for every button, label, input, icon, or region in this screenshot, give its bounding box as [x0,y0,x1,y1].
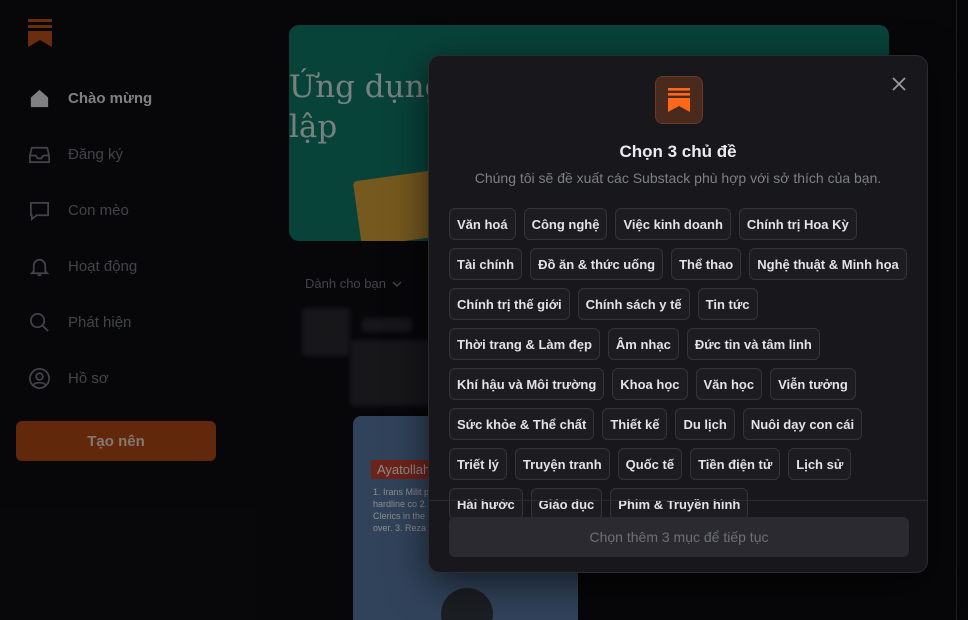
topic-chip[interactable]: Thể thao [671,248,742,280]
dialog-title: Chọn 3 chủ đề [619,142,737,161]
topic-chip[interactable]: Triết lý [449,448,507,480]
topic-chip[interactable]: Tiền điện tử [690,448,781,480]
topic-chip[interactable]: Thiết kế [602,408,668,440]
topic-chip[interactable]: Âm nhạc [607,328,679,360]
scrollbar-track[interactable] [956,0,968,620]
topic-chip[interactable]: Nghệ thuật & Minh họa [749,248,907,280]
topic-chip[interactable]: Văn học [695,368,763,400]
topic-chip[interactable]: Văn hoá [449,208,516,240]
topic-chip[interactable]: Truyện tranh [514,448,610,480]
topic-chip[interactable]: Quốc tế [617,448,683,480]
topic-chip[interactable]: Công nghệ [523,208,608,240]
topic-chip[interactable]: Nuôi dạy con cái [742,408,863,440]
topic-chip[interactable]: Đồ ăn & thức uống [530,248,664,280]
dialog-subtitle: Chúng tôi sẽ đề xuất các Substack phù hợ… [474,170,882,186]
topic-chip[interactable]: Du lịch [675,408,735,440]
divider [429,500,927,501]
topic-picker-dialog: Chọn 3 chủ đề Chúng tôi sẽ đề xuất các S… [428,55,928,573]
topic-chip[interactable]: Đức tin và tâm linh [686,328,820,360]
topic-chip[interactable]: Sức khỏe & Thể chất [449,408,595,440]
topic-chip[interactable]: Giáo dục [530,488,603,520]
topic-chip[interactable]: Tin tức [697,288,758,320]
topic-chip[interactable]: Thời trang & Làm đẹp [449,328,600,360]
substack-logo-icon [655,76,703,124]
topic-chip[interactable]: Hài hước [449,488,523,520]
topic-chip[interactable]: Việc kinh doanh [615,208,731,240]
topic-chip[interactable]: Phim & Truyền hình [610,488,749,520]
topic-chip[interactable]: Chính trị thế giới [449,288,570,320]
continue-button[interactable]: Chọn thêm 3 mục để tiếp tục [449,517,909,557]
close-icon[interactable] [889,74,909,94]
topic-chip[interactable]: Viễn tưởng [770,368,856,400]
topic-chip[interactable]: Khí hậu và Môi trường [449,368,605,400]
topic-list: Văn hoá Công nghệ Việc kinh doanh Chính trị… [449,208,909,520]
topic-chip[interactable]: Chính trị Hoa Kỳ [738,208,857,240]
topic-chip[interactable]: Khoa học [612,368,688,400]
topic-chip[interactable]: Tài chính [449,248,523,280]
topic-chip[interactable]: Chính sách y tế [577,288,690,320]
topic-chip[interactable]: Lịch sử [788,448,852,480]
